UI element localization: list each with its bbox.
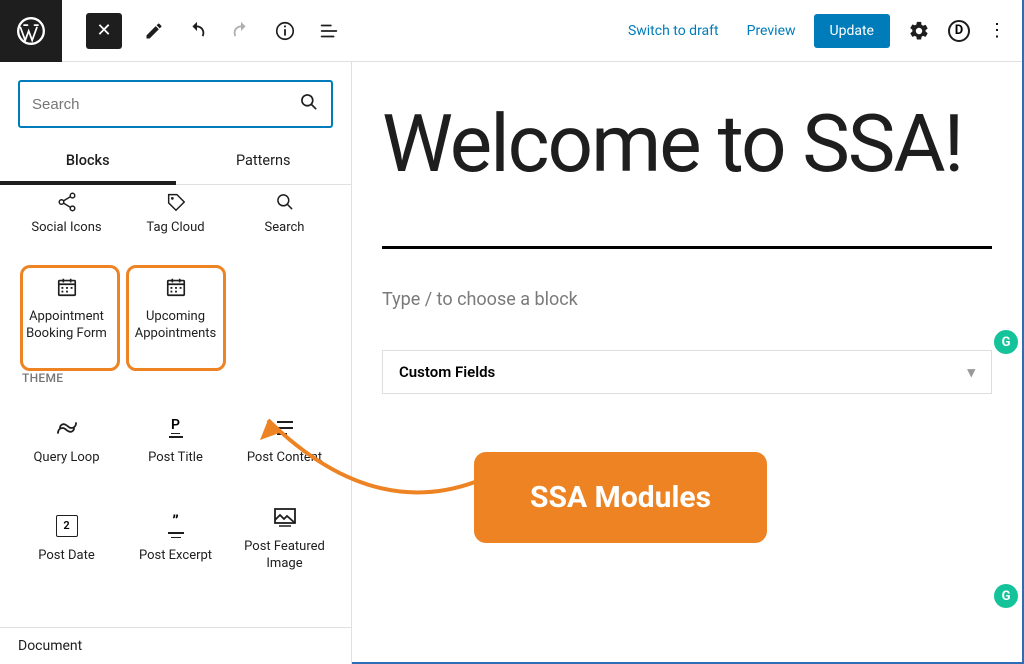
editor-canvas[interactable]: Welcome to SSA! G Type / to choose a blo… [352,62,1022,664]
custom-fields-label: Custom Fields [399,363,495,381]
block-search-box[interactable] [18,80,333,128]
main-area: Blocks Patterns Social Icons Tag Cloud S… [0,62,1022,664]
block-placeholder[interactable]: Type / to choose a block [382,289,992,310]
search-input[interactable] [32,96,299,113]
share-icon [56,192,78,212]
block-label: Query Loop [27,450,105,467]
block-label: Search [259,220,311,237]
block-label: Post Excerpt [133,548,218,565]
block-search[interactable]: Search [230,185,339,249]
custom-fields-metabox: Custom Fields ▾ [382,350,992,394]
top-right-actions: Switch to draft Preview Update D ⋮ [618,14,1022,48]
date-icon: 2 [56,512,78,540]
tab-blocks[interactable]: Blocks [0,140,176,185]
blocks-list: Social Icons Tag Cloud Search Appointmen… [0,185,351,627]
featured-image-icon [273,503,297,531]
block-post-content[interactable]: Post Content [230,391,339,489]
inserter-tabs: Blocks Patterns [0,140,351,185]
separator-block[interactable] [382,246,992,249]
tool-icons-group [144,20,340,42]
grammarly-badge-icon[interactable]: G [994,330,1018,354]
search-icon [275,192,295,212]
switch-to-draft-link[interactable]: Switch to draft [618,15,729,47]
tab-patterns[interactable]: Patterns [176,140,352,184]
chevron-down-icon: ▾ [967,363,975,381]
page-title[interactable]: Welcome to SSA! [382,102,992,186]
redo-icon[interactable] [230,20,252,42]
block-label: Post Content [241,450,328,467]
block-post-excerpt[interactable]: ” Post Excerpt [121,489,230,587]
edit-icon[interactable] [144,21,164,41]
settings-gear-icon[interactable] [908,20,930,42]
tag-icon [165,192,187,212]
excerpt-icon: ” [168,512,184,540]
block-post-date[interactable]: 2 Post Date [12,489,121,587]
block-post-title[interactable]: P Post Title [121,391,230,489]
custom-fields-header[interactable]: Custom Fields ▾ [383,351,991,393]
update-button[interactable]: Update [814,14,890,48]
block-label: Tag Cloud [140,220,210,237]
block-post-featured-image[interactable]: Post Featured Image [230,489,339,587]
search-icon [299,92,319,116]
close-inserter-button[interactable]: ✕ [86,13,122,49]
preview-link[interactable]: Preview [737,15,806,47]
more-options-icon[interactable]: ⋮ [988,20,1004,41]
block-social-icons[interactable]: Social Icons [12,185,121,249]
annotation-callout: SSA Modules [474,452,767,543]
divi-icon[interactable]: D [948,20,970,42]
block-label: Social Icons [25,220,107,237]
loop-icon [54,414,80,442]
info-icon[interactable] [274,20,296,42]
wordpress-logo[interactable] [0,0,62,62]
post-title-icon: P [169,414,183,442]
grammarly-badge-icon[interactable]: G [994,584,1018,608]
block-label: Post Title [142,450,209,467]
document-footer[interactable]: Document [0,627,351,664]
ssa-highlight-2 [126,265,226,371]
content-icon [275,414,295,442]
block-query-loop[interactable]: Query Loop [12,391,121,489]
block-inserter-panel: Blocks Patterns Social Icons Tag Cloud S… [0,62,352,664]
block-label: Post Date [32,548,100,565]
outline-icon[interactable] [318,20,340,42]
top-toolbar: ✕ Switch to draft Preview Update D ⋮ [0,0,1022,62]
block-tag-cloud[interactable]: Tag Cloud [121,185,230,249]
undo-icon[interactable] [186,20,208,42]
ssa-highlight-1 [20,265,120,371]
block-label: Post Featured Image [230,539,339,573]
